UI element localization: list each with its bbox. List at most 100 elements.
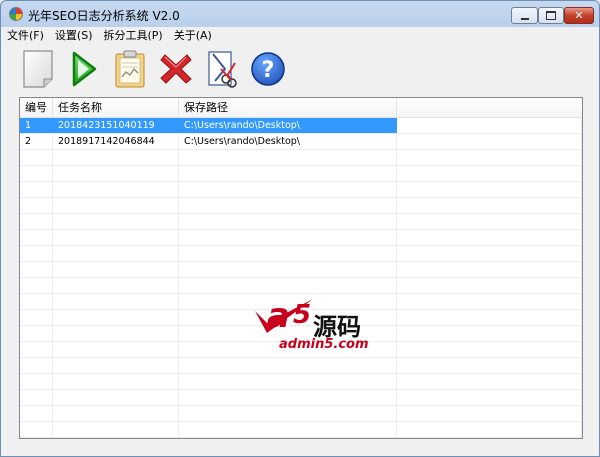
column-header-save-path[interactable]: 保存路径 [179, 98, 397, 118]
svg-text:?: ? [262, 58, 275, 83]
empty-cell [179, 358, 397, 373]
maximize-button[interactable] [538, 7, 564, 24]
help-button[interactable]: ? [245, 47, 291, 91]
table-row[interactable]: 1 2018423151040119 C:\Users\rando\Deskto… [20, 118, 582, 134]
cell-save-path: C:\Users\rando\Desktop\ [179, 134, 397, 149]
split-tool-button[interactable] [199, 47, 245, 91]
empty-cell [397, 246, 582, 261]
empty-cell [53, 246, 179, 261]
empty-cell [20, 246, 53, 261]
empty-row [20, 374, 582, 390]
task-list[interactable]: 编号 任务名称 保存路径 1 2018423151040119 C:\Users… [19, 97, 583, 439]
list-body: 1 2018423151040119 C:\Users\rando\Deskto… [20, 118, 582, 438]
report-button[interactable] [107, 47, 153, 91]
empty-cell [53, 326, 179, 341]
menu-settings[interactable]: 设置(S) [49, 27, 98, 43]
empty-cell [20, 326, 53, 341]
title-bar[interactable]: 光年SEO日志分析系统 V2.0 ✕ [1, 1, 599, 27]
empty-cell [20, 150, 53, 165]
menu-about[interactable]: 关于(A) [168, 27, 217, 43]
empty-row [20, 166, 582, 182]
cell-task-name: 2018423151040119 [53, 118, 179, 133]
column-header-extra[interactable] [397, 98, 582, 118]
empty-cell [53, 262, 179, 277]
empty-cell [179, 230, 397, 245]
column-header-task-name[interactable]: 任务名称 [53, 98, 179, 118]
cell-empty [397, 118, 582, 133]
empty-cell [179, 246, 397, 261]
empty-cell [179, 166, 397, 181]
empty-cell [179, 182, 397, 197]
empty-cell [179, 214, 397, 229]
empty-cell [20, 422, 53, 437]
empty-cell [397, 326, 582, 341]
empty-cell [20, 342, 53, 357]
start-button[interactable] [61, 47, 107, 91]
empty-cell [179, 278, 397, 293]
empty-cell [397, 374, 582, 389]
empty-cell [20, 182, 53, 197]
empty-cell [20, 374, 53, 389]
empty-cell [20, 406, 53, 421]
empty-cell [53, 166, 179, 181]
empty-cell [397, 262, 582, 277]
empty-cell [397, 310, 582, 325]
empty-cell [179, 262, 397, 277]
menu-split-tools[interactable]: 拆分工具(P) [98, 27, 168, 43]
clipboard-chart-icon [115, 50, 145, 88]
empty-cell [397, 230, 582, 245]
empty-cell [20, 390, 53, 405]
empty-row [20, 150, 582, 166]
empty-cell [20, 214, 53, 229]
table-row[interactable]: 2 2018917142046844 C:\Users\rando\Deskto… [20, 134, 582, 150]
svg-text:5: 5 [293, 300, 311, 330]
empty-cell [53, 374, 179, 389]
minimize-button[interactable] [511, 7, 538, 24]
empty-cell [53, 230, 179, 245]
empty-cell [53, 150, 179, 165]
app-window: 光年SEO日志分析系统 V2.0 ✕ 文件(F) 设置(S) 拆分工具(P) 关… [0, 0, 600, 457]
empty-cell [179, 198, 397, 213]
delete-x-icon [160, 54, 192, 84]
window-title: 光年SEO日志分析系统 V2.0 [28, 9, 180, 23]
empty-row [20, 406, 582, 422]
empty-cell [397, 214, 582, 229]
empty-cell [53, 358, 179, 373]
split-cut-icon [208, 51, 237, 88]
empty-cell [53, 214, 179, 229]
cell-save-path: C:\Users\rando\Desktop\ [179, 118, 397, 133]
delete-button[interactable] [153, 47, 199, 91]
empty-cell [397, 422, 582, 437]
empty-cell [397, 390, 582, 405]
empty-cell [53, 422, 179, 437]
empty-cell [179, 406, 397, 421]
empty-cell [20, 278, 53, 293]
empty-cell [397, 150, 582, 165]
svg-text:a: a [267, 296, 290, 336]
close-button[interactable]: ✕ [564, 7, 594, 24]
new-task-button[interactable] [15, 47, 61, 91]
empty-cell [397, 166, 582, 181]
column-header-id[interactable]: 编号 [20, 98, 53, 118]
empty-cell [53, 406, 179, 421]
empty-row [20, 390, 582, 406]
cell-task-name: 2018917142046844 [53, 134, 179, 149]
empty-row [20, 358, 582, 374]
play-icon [72, 51, 97, 87]
watermark-url: admin5.com [279, 337, 369, 352]
app-logo-icon [9, 7, 23, 21]
new-document-icon [23, 50, 53, 88]
empty-cell [397, 406, 582, 421]
cell-empty [397, 134, 582, 149]
watermark: a 5 源码 admin5.com [245, 293, 395, 358]
menu-file[interactable]: 文件(F) [1, 27, 49, 43]
empty-row [20, 198, 582, 214]
empty-cell [20, 166, 53, 181]
toolbar: ? [1, 44, 599, 94]
maximize-icon [546, 11, 556, 20]
empty-cell [397, 358, 582, 373]
empty-row [20, 182, 582, 198]
empty-cell [20, 294, 53, 309]
empty-cell [179, 390, 397, 405]
empty-cell [397, 278, 582, 293]
